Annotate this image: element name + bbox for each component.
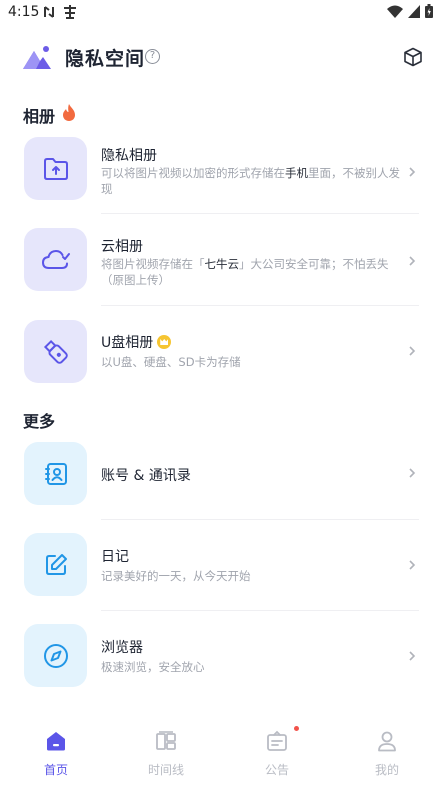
list-item-diary[interactable]: 日记 记录美好的一天，从今天开始 xyxy=(0,532,443,622)
cube-icon[interactable] xyxy=(403,47,423,67)
fire-icon xyxy=(63,104,75,121)
timeline-icon xyxy=(156,731,176,750)
section-title-album: 相册 xyxy=(23,107,56,126)
tab-home[interactable]: 首页 xyxy=(26,720,86,780)
list-item-browser[interactable]: 浏览器 极速浏览，安全放心 xyxy=(0,623,443,713)
item-title: 日记 xyxy=(101,549,129,565)
tab-label: 我的 xyxy=(374,763,399,777)
status-left-icons xyxy=(42,5,78,19)
tab-label: 首页 xyxy=(43,763,68,777)
divider xyxy=(101,305,419,306)
diary-icon-box xyxy=(24,533,87,596)
usb-drive-icon xyxy=(43,339,68,364)
edit-note-icon xyxy=(45,553,67,575)
wifi-icon xyxy=(387,5,403,18)
section-title-more: 更多 xyxy=(23,412,56,431)
chevron-right-icon xyxy=(409,560,416,570)
item-title: 账号 & 通讯录 xyxy=(101,468,191,484)
private-album-icon-box xyxy=(24,137,87,200)
list-item-cloud-album[interactable]: 云相册 将图片视频存储在「七牛云」大公司安全可靠；不怕丢失（原图上传） xyxy=(0,226,443,316)
item-title: 隐私相册 xyxy=(101,148,157,164)
divider xyxy=(101,610,419,611)
usb-album-icon-box xyxy=(24,320,87,383)
item-description: 可以将图片视频以加密的形式存储在手机里面，不被别人发现 xyxy=(101,166,400,196)
notification-badge xyxy=(294,726,299,731)
item-description: 记录美好的一天，从今天开始 xyxy=(101,569,251,583)
chevron-right-icon xyxy=(409,468,416,478)
status-right-icons xyxy=(387,4,433,18)
battery-icon xyxy=(425,4,433,18)
tab-timeline[interactable]: 时间线 xyxy=(136,720,196,780)
chevron-right-icon xyxy=(409,256,416,266)
item-description: 将图片视频存储在「七牛云」大公司安全可靠；不怕丢失（原图上传） xyxy=(101,257,389,287)
cloud-album-icon-box xyxy=(24,228,87,291)
item-title: 浏览器 xyxy=(101,640,143,656)
sync-icon xyxy=(44,6,54,18)
tab-profile[interactable]: 我的 xyxy=(357,720,417,780)
chevron-right-icon xyxy=(409,346,416,356)
home-icon xyxy=(47,732,65,751)
app-logo-icon xyxy=(23,46,51,69)
bottom-tab-bar: 首页 时间线 公告 我的 xyxy=(0,720,443,786)
item-description: 极速浏览，安全放心 xyxy=(101,660,205,674)
profile-icon xyxy=(378,731,396,752)
help-icon[interactable]: ? xyxy=(145,49,160,64)
divider xyxy=(101,519,419,520)
item-title: U盘相册 xyxy=(101,332,172,352)
page-title: 隐私空间 xyxy=(65,48,146,70)
divider xyxy=(101,213,419,214)
cloud-check-icon xyxy=(41,249,70,269)
list-item-private-album[interactable]: 隐私相册 可以将图片视频以加密的形式存储在手机里面，不被别人发现 xyxy=(0,135,443,225)
browser-icon-box xyxy=(24,624,87,687)
status-bar: 4:15 xyxy=(0,0,443,26)
app-notify-icon xyxy=(64,5,76,19)
contacts-icon-box xyxy=(24,442,87,505)
chevron-right-icon xyxy=(409,651,416,661)
chevron-right-icon xyxy=(409,167,416,177)
list-item-accounts-contacts[interactable]: 账号 & 通讯录 xyxy=(0,441,443,531)
loading-shimmer xyxy=(150,378,280,400)
tab-label: 公告 xyxy=(264,763,289,777)
vip-crown-icon xyxy=(157,335,172,349)
folder-upload-icon xyxy=(43,157,68,180)
contact-book-icon xyxy=(44,462,67,485)
item-title: 云相册 xyxy=(101,239,143,255)
status-time: 4:15 xyxy=(8,4,40,20)
tab-label: 时间线 xyxy=(147,763,184,777)
notice-icon xyxy=(267,730,287,751)
compass-icon xyxy=(43,643,68,668)
item-description: 以U盘、硬盘、SD卡为存储 xyxy=(101,355,241,369)
app-header: 隐私空间 ? xyxy=(0,36,443,80)
signal-icon xyxy=(408,4,420,18)
